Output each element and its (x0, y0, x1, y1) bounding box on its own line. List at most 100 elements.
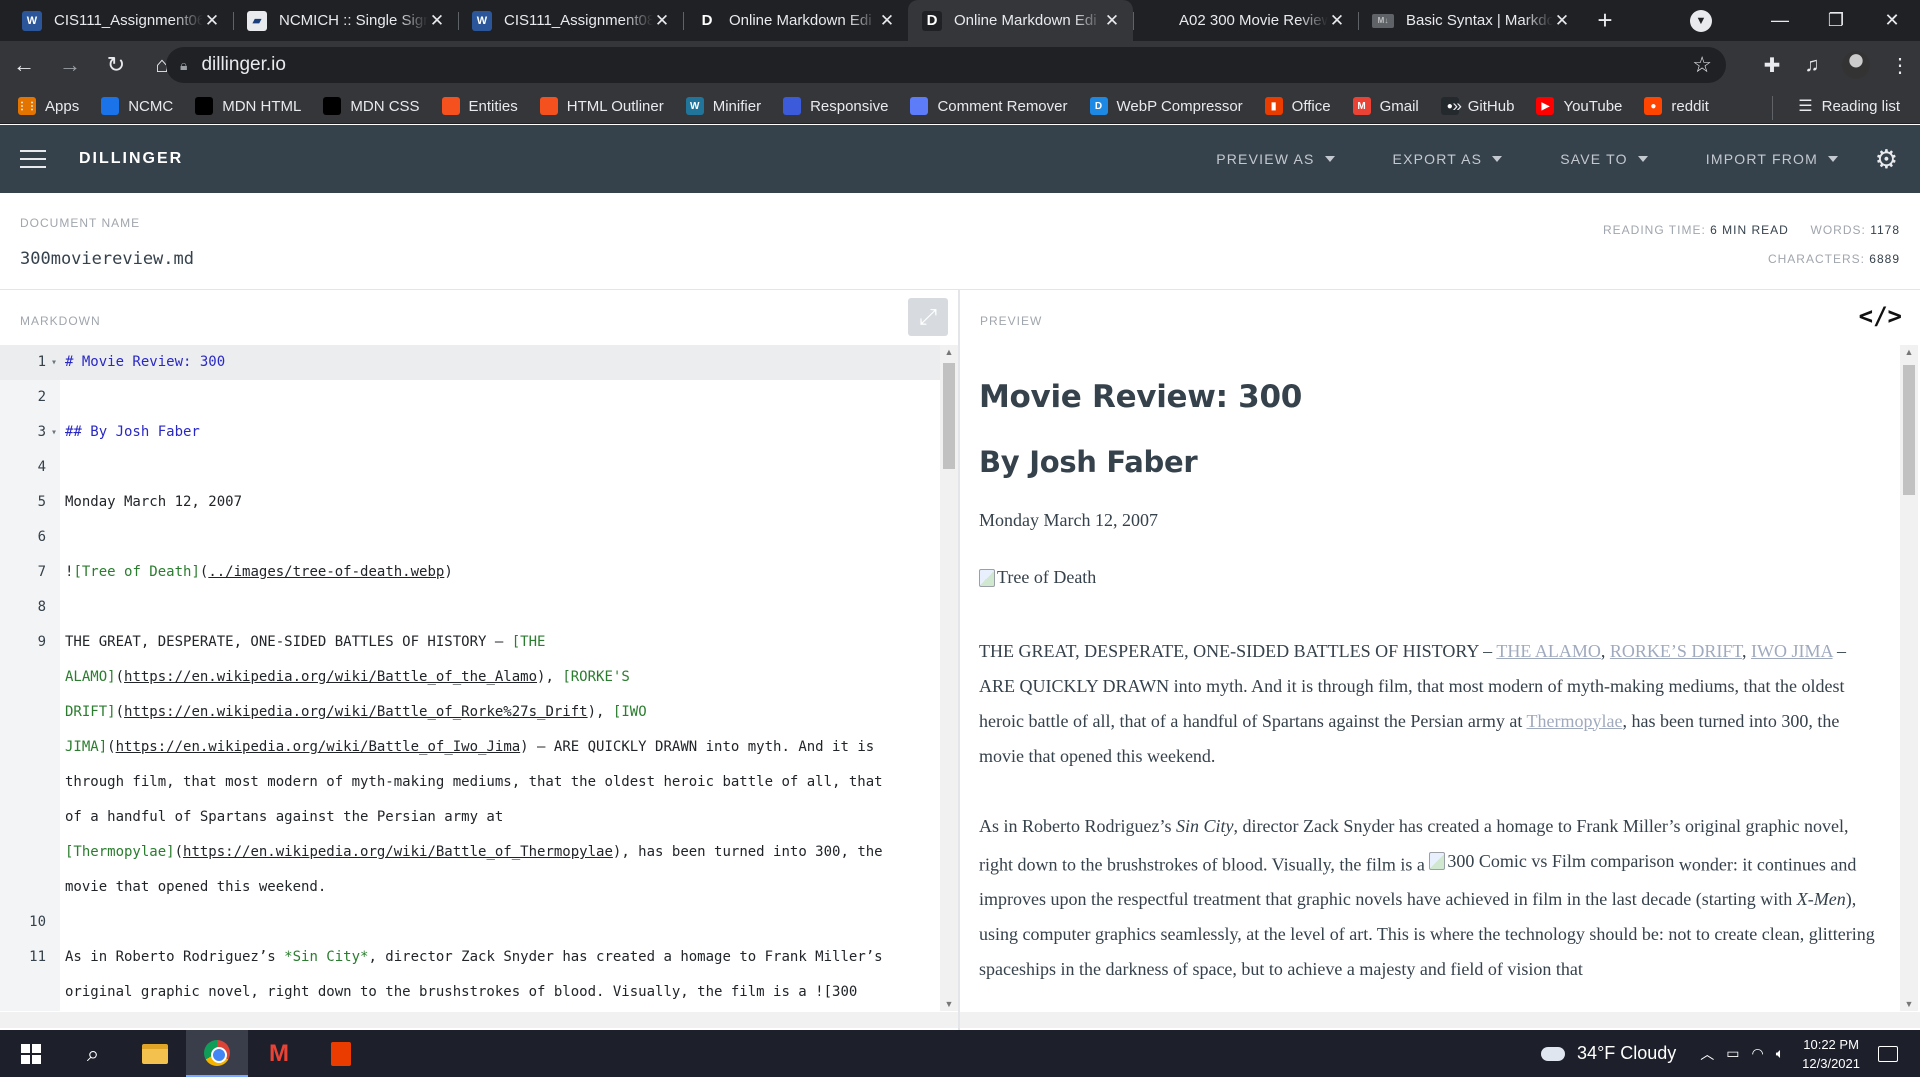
lock-icon[interactable]: 🔒︎ (180, 57, 187, 74)
bookmark-item[interactable]: ▮ Office (1264, 97, 1331, 115)
browser-tab[interactable]: M↓ Basic Syntax | Markdo ✕ (1358, 0, 1583, 41)
editor-vertical-scrollbar[interactable]: ▲ ▼ (940, 345, 958, 1011)
preview-link[interactable]: THE ALAMO (1496, 641, 1601, 661)
search-icon[interactable]: ⌕ (62, 1030, 124, 1077)
reading-list-button[interactable]: ☰ Reading list (1772, 96, 1900, 120)
line-number-fold-toggle[interactable]: 1 (0, 345, 60, 380)
editor-line[interactable]: 5 Monday March 12, 2007 (0, 485, 940, 520)
address-bar[interactable]: 🔒︎ dillinger.io ☆ (166, 47, 1726, 83)
gmail-taskbar-icon[interactable]: M (248, 1030, 310, 1077)
media-control-icon[interactable]: ♫ (1792, 54, 1832, 77)
editor-line[interactable]: 8 (0, 590, 940, 625)
preview-link[interactable]: IWO JIMA (1751, 641, 1833, 661)
chevron-up-icon[interactable]: ︿ (1700, 1044, 1714, 1064)
scrollbar-thumb[interactable] (943, 363, 955, 469)
settings-gear-icon[interactable]: ⚙ (1875, 144, 1898, 175)
windows-start-icon[interactable] (0, 1030, 62, 1077)
scroll-up-arrow-icon[interactable]: ▲ (1900, 347, 1918, 357)
clock[interactable]: 10:22 PM 12/3/2021 (1802, 1035, 1860, 1073)
editor-line[interactable]: 7 ![Tree of Death](../images/tree-of-deat… (0, 555, 940, 590)
editor-line[interactable]: 4 (0, 450, 940, 485)
bookmark-item[interactable]: ⋮⋮ Apps (17, 97, 79, 115)
close-tab-icon[interactable]: ✕ (653, 11, 671, 31)
editor-line[interactable]: 6 (0, 520, 940, 555)
hamburger-menu-icon[interactable] (20, 150, 46, 168)
restore-icon[interactable]: ❐ (1808, 10, 1864, 31)
bookmark-item[interactable]: NCMC (101, 97, 173, 115)
close-tab-icon[interactable]: ✕ (203, 11, 221, 31)
scrollbar-thumb[interactable] (1903, 365, 1915, 495)
line-number-fold-toggle[interactable]: 3 (0, 415, 60, 450)
bookmark-item[interactable]: D WebP Compressor (1089, 97, 1243, 115)
bookmark-item[interactable]: MDN HTML (195, 97, 301, 115)
expand-icon[interactable]: ⤢ (908, 298, 948, 336)
editor-line[interactable]: ALAMO](https://en.wikipedia.org/wiki/Bat… (0, 660, 940, 695)
extensions-puzzle-icon[interactable]: ✚ (1752, 53, 1792, 78)
browser-tab[interactable]: A02 300 Movie Review ✕ (1133, 0, 1358, 41)
close-tab-icon[interactable]: ✕ (1103, 11, 1121, 31)
minimize-icon[interactable]: — (1752, 10, 1808, 31)
new-tab-button[interactable]: + (1583, 0, 1627, 41)
notifications-icon[interactable] (1878, 1045, 1898, 1062)
editor-line[interactable]: JIMA](https://en.wikipedia.org/wiki/Batt… (0, 730, 940, 765)
import-from-menu[interactable]: IMPORT FROM (1706, 151, 1838, 167)
browser-tab[interactable]: D Online Markdown Edi ✕ (683, 0, 908, 41)
chrome-taskbar-icon[interactable] (186, 1030, 248, 1077)
bookmark-item[interactable]: Entities (441, 97, 518, 115)
editor-line[interactable]: 2 (0, 380, 940, 415)
close-tab-icon[interactable]: ✕ (878, 11, 896, 31)
tab-search-icon[interactable]: ▼ (1690, 9, 1712, 32)
bookmark-item[interactable]: ● reddit (1644, 97, 1709, 115)
editor-line[interactable]: 9 THE GREAT, DESPERATE, ONE-SIDED BATTLES… (0, 625, 940, 660)
close-tab-icon[interactable]: ✕ (1553, 11, 1571, 31)
bookmark-item[interactable]: HTML Outliner (539, 97, 664, 115)
forward-arrow-icon[interactable]: → (48, 47, 92, 83)
editor-line[interactable]: original graphic novel, right down to th… (0, 975, 940, 1010)
editor-line[interactable]: 3 ## By Josh Faber (0, 415, 940, 450)
browser-tab[interactable]: W CIS111_Assignment06 ✕ (8, 0, 233, 41)
editor-horizontal-scrollbar[interactable] (0, 1012, 958, 1028)
bookmarks-overflow-icon[interactable]: » (1453, 96, 1462, 116)
browser-tab[interactable]: W CIS111_Assignment08 ✕ (458, 0, 683, 41)
bookmark-item[interactable]: Responsive (783, 97, 888, 115)
scroll-up-arrow-icon[interactable]: ▲ (940, 347, 958, 357)
editor-line[interactable]: through film, that most modern of myth-m… (0, 765, 940, 800)
preview-link[interactable]: RORKE’S DRIFT (1610, 641, 1742, 661)
chrome-menu-icon[interactable]: ⋮ (1880, 53, 1920, 78)
editor-line[interactable]: 11 As in Roberto Rodriguez’s *Sin City*, … (0, 940, 940, 975)
close-tab-icon[interactable]: ✕ (428, 11, 446, 31)
file-explorer-icon[interactable] (124, 1030, 186, 1077)
bookmark-item[interactable]: W Minifier (685, 97, 761, 115)
scroll-down-arrow-icon[interactable]: ▼ (1900, 999, 1918, 1009)
close-window-icon[interactable]: ✕ (1864, 10, 1920, 31)
preview-link[interactable]: Thermopylae (1527, 711, 1623, 731)
browser-tab[interactable]: D Online Markdown Edi ✕ (908, 0, 1133, 41)
editor-line[interactable]: [Thermopylae](https://en.wikipedia.org/w… (0, 835, 940, 870)
volume-icon[interactable]: 🔈︎ (1776, 1045, 1784, 1062)
editor-line[interactable]: 10 (0, 905, 940, 940)
markdown-editor[interactable]: 1 # Movie Review: 300 2 3 ## By Josh Faber 4 5… (0, 345, 940, 1011)
editor-line[interactable]: 1 # Movie Review: 300 (0, 345, 940, 380)
editor-line[interactable]: of a handful of Spartans against the Per… (0, 800, 940, 835)
scroll-down-arrow-icon[interactable]: ▼ (940, 999, 958, 1009)
reload-icon[interactable]: ↻ (94, 47, 138, 83)
preview-as-menu[interactable]: PREVIEW AS (1216, 151, 1335, 167)
back-arrow-icon[interactable]: ← (2, 47, 46, 83)
bookmark-item[interactable]: Comment Remover (910, 97, 1068, 115)
editor-line[interactable]: movie that opened this weekend. (0, 870, 940, 905)
bookmark-star-icon[interactable]: ☆ (1692, 52, 1712, 78)
document-name-field[interactable]: 300moviereview.md (20, 249, 194, 269)
browser-tab[interactable]: ▰ NCMICH :: Single Sign ✕ (233, 0, 458, 41)
bookmark-item[interactable]: ▶ YouTube (1536, 97, 1622, 115)
wifi-icon[interactable]: ◠ (1752, 1045, 1764, 1062)
preview-horizontal-scrollbar[interactable] (960, 1012, 1920, 1028)
battery-icon[interactable]: ▭ (1726, 1045, 1739, 1062)
save-to-menu[interactable]: SAVE TO (1560, 151, 1648, 167)
office-taskbar-icon[interactable] (310, 1030, 372, 1077)
weather-widget[interactable]: 34°F Cloudy (1541, 1043, 1676, 1064)
code-toggle-icon[interactable]: </> (1859, 302, 1902, 330)
editor-line[interactable]: DRIFT](https://en.wikipedia.org/wiki/Bat… (0, 695, 940, 730)
export-as-menu[interactable]: EXPORT AS (1393, 151, 1503, 167)
preview-vertical-scrollbar[interactable]: ▲ ▼ (1900, 345, 1918, 1011)
bookmark-item[interactable]: M Gmail (1352, 97, 1419, 115)
